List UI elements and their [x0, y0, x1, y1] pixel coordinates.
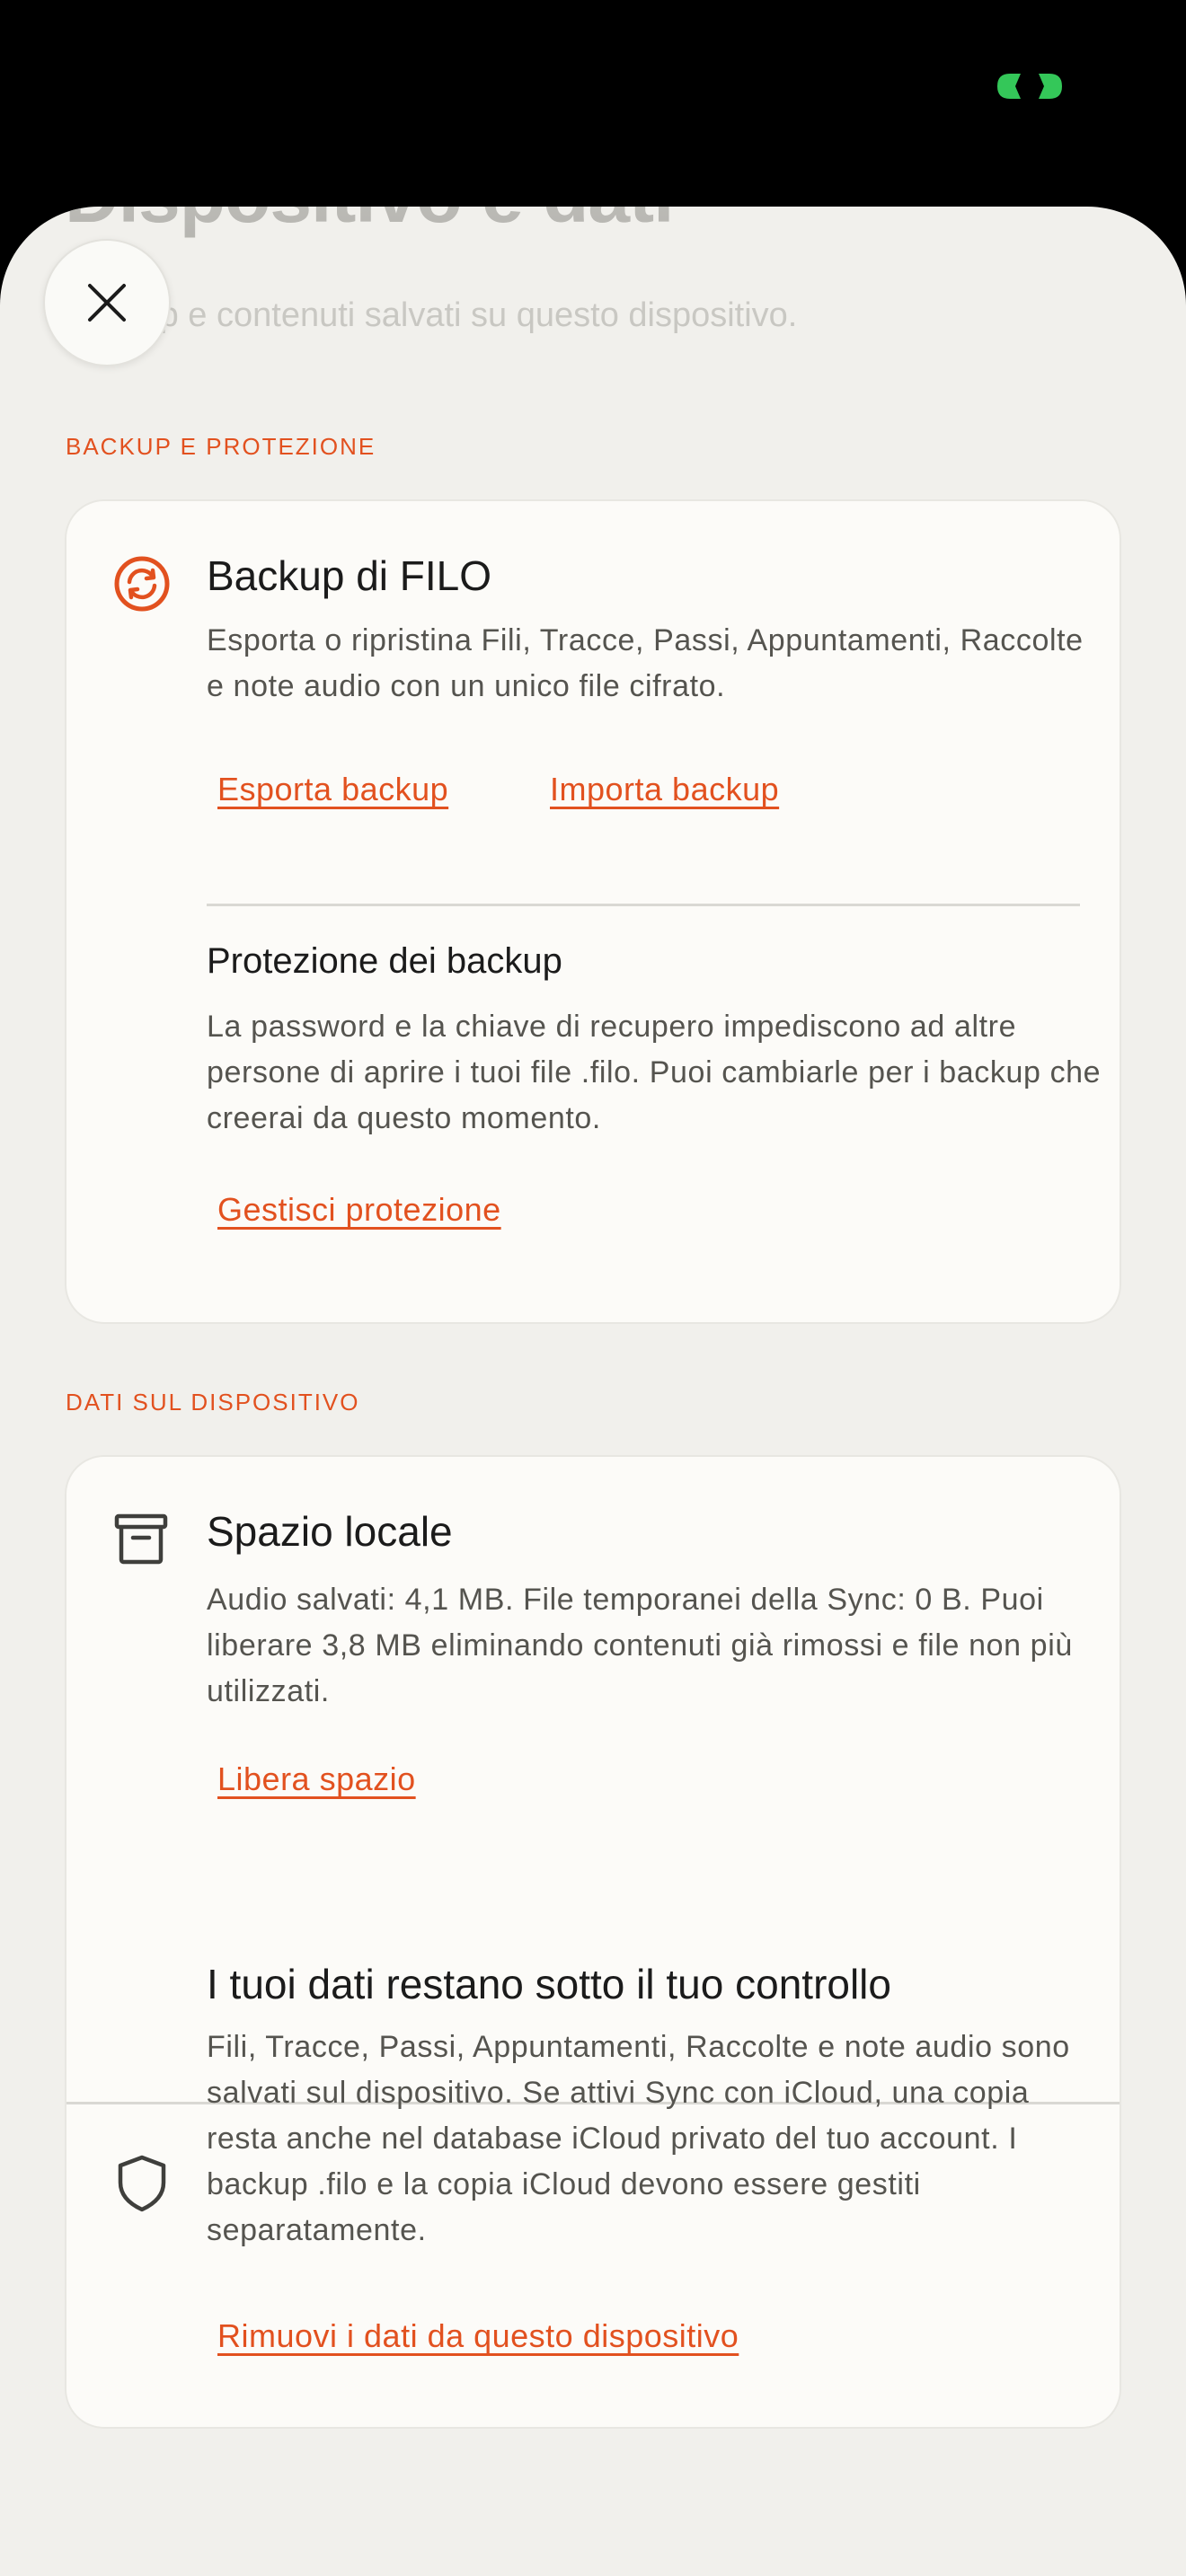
backup-description: Esporta o ripristina Fili, Tracce, Passi…	[207, 623, 1084, 703]
storage-description: Audio salvati: 4,1 MB. File temporanei d…	[207, 1583, 1073, 1708]
settings-sheet: Dispositivo e dati Backup e contenuti sa…	[0, 207, 1186, 2576]
page-subtitle: Backup e contenuti salvati su questo dis…	[65, 296, 798, 334]
free-space-link[interactable]: Libera spazio	[217, 1760, 416, 1798]
storage-title: Spazio locale	[207, 1508, 453, 1555]
device-data-card: Spazio locale Audio salvati: 4,1 MB. Fil…	[65, 1455, 1121, 2429]
backup-title: Backup di FILO	[207, 552, 492, 599]
camera-in-use-indicator-icon	[997, 74, 1062, 99]
privacy-description: Fili, Tracce, Passi, Appuntamenti, Racco…	[207, 2030, 1070, 2247]
close-button[interactable]	[43, 239, 171, 366]
section-label-backup: BACKUP E PROTEZIONE	[66, 433, 376, 460]
status-bar	[0, 0, 1186, 180]
protection-description: La password e la chiave di recupero impe…	[207, 1010, 1102, 1135]
protection-title: Protezione dei backup	[207, 941, 562, 981]
remove-data-link[interactable]: Rimuovi i dati da questo dispositivo	[217, 2317, 739, 2355]
shield-icon	[118, 2155, 166, 2212]
export-backup-link[interactable]: Esporta backup	[217, 771, 448, 808]
page-title: Dispositivo e dati	[65, 207, 674, 240]
manage-protection-link[interactable]: Gestisci protezione	[217, 1191, 501, 1229]
backup-divider	[207, 904, 1080, 906]
archive-icon	[114, 1513, 168, 1565]
privacy-title: I tuoi dati restano sotto il tuo control…	[207, 1961, 891, 2007]
close-icon	[88, 284, 126, 322]
sync-icon	[114, 556, 170, 612]
import-backup-link[interactable]: Importa backup	[550, 771, 779, 808]
section-label-device-data: DATI SUL DISPOSITIVO	[66, 1389, 360, 1416]
backup-card: Backup di FILO Esporta o ripristina Fili…	[65, 499, 1121, 1324]
